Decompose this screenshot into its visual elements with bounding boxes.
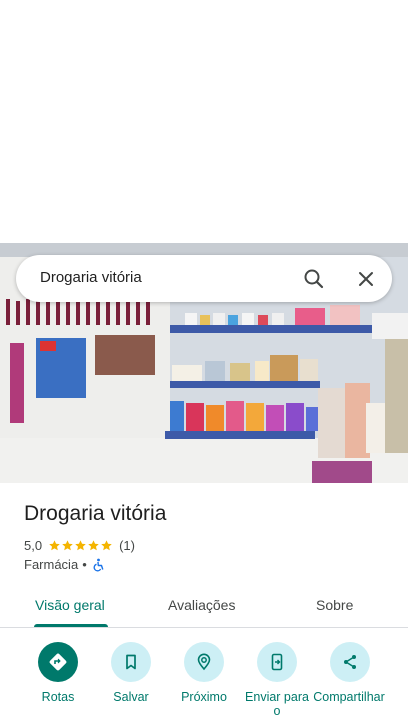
send-to-phone-label: Enviar para o — [245, 690, 309, 718]
bookmark-icon[interactable] — [111, 642, 151, 682]
tab-overview[interactable]: Visão geral — [35, 597, 105, 613]
star-rating — [48, 539, 113, 552]
action-buttons: Rotas Salvar Próximo Enviar para o Compa… — [0, 640, 408, 726]
share-icon[interactable] — [330, 642, 370, 682]
nearby-label: Próximo — [181, 690, 227, 704]
wheelchair-accessible-icon — [91, 558, 105, 572]
nearby-button[interactable]: Próximo — [164, 640, 244, 704]
tab-about[interactable]: Sobre — [316, 597, 353, 613]
share-label: Compartilhar — [313, 690, 385, 704]
rating-row[interactable]: 5,0 (1) — [24, 537, 135, 553]
star-icon — [75, 539, 86, 550]
send-to-phone-button[interactable]: Enviar para o — [237, 640, 317, 718]
star-icon — [88, 539, 99, 550]
place-category: Farmácia — [24, 557, 79, 572]
place-name: Drogaria vitória — [24, 502, 167, 525]
nearby-icon[interactable] — [184, 642, 224, 682]
separator-dot: • — [82, 557, 87, 572]
rating-value: 5,0 — [24, 537, 43, 553]
place-tabs: Visão geral Avaliações Sobre — [0, 586, 408, 628]
star-icon — [62, 539, 73, 550]
directions-button[interactable]: Rotas — [18, 640, 98, 704]
category-row: Farmácia • — [24, 557, 105, 572]
star-icon — [49, 539, 60, 550]
search-icon[interactable] — [300, 265, 328, 293]
directions-label: Rotas — [41, 690, 75, 704]
save-label: Salvar — [113, 690, 149, 704]
save-button[interactable]: Salvar — [91, 640, 171, 704]
close-icon[interactable] — [352, 265, 380, 293]
directions-icon[interactable] — [38, 642, 78, 682]
active-tab-indicator — [34, 624, 108, 627]
review-count[interactable]: (1) — [119, 538, 135, 553]
tab-reviews[interactable]: Avaliações — [168, 597, 235, 613]
star-icon — [101, 539, 112, 550]
search-bar[interactable]: Drogaria vitória — [16, 255, 392, 302]
search-query-text[interactable]: Drogaria vitória — [40, 269, 142, 286]
share-button[interactable]: Compartilhar — [310, 640, 390, 704]
map-area-blank — [0, 0, 408, 243]
send-to-phone-icon[interactable] — [257, 642, 297, 682]
